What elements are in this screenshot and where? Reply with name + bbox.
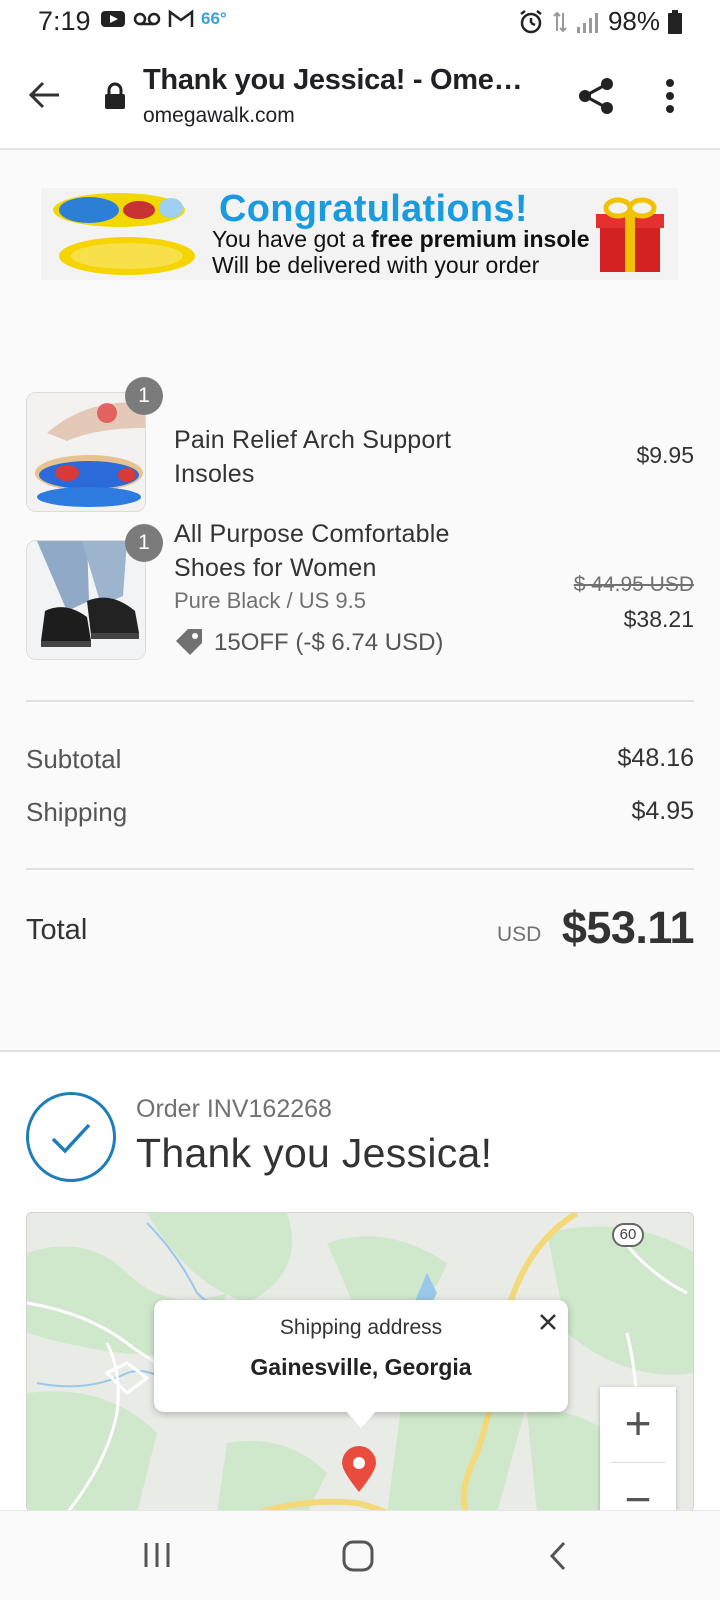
- quantity-badge: 1: [125, 524, 163, 562]
- back-arrow-icon[interactable]: [28, 80, 62, 110]
- quantity-badge: 1: [125, 377, 163, 415]
- popup-pointer: [345, 1410, 377, 1428]
- recent-apps-icon[interactable]: [142, 1541, 172, 1569]
- product-price: $9.95: [636, 442, 694, 468]
- insoles-product-image: [27, 393, 145, 511]
- banner-title: Congratulations!: [219, 188, 528, 230]
- product-thumbnail-insoles[interactable]: [26, 392, 146, 512]
- status-temperature: 66°: [201, 9, 227, 28]
- share-icon[interactable]: [576, 76, 616, 116]
- data-icon: [553, 11, 567, 32]
- shipping-label: Shipping: [26, 797, 128, 827]
- status-notification-icons: 66°: [100, 9, 227, 29]
- total-label: Total: [26, 914, 88, 946]
- voicemail-icon: [133, 12, 161, 26]
- popup-location: Gainesville, Georgia: [250, 1354, 472, 1380]
- banner-free-insole: free premium insole: [371, 226, 590, 252]
- divider: [26, 868, 694, 870]
- more-options-icon[interactable]: [665, 78, 675, 114]
- signal-icon: [576, 12, 598, 33]
- subtotal-value: $48.16: [617, 744, 694, 772]
- total-currency: USD: [497, 923, 542, 946]
- status-time: 7:19: [38, 6, 91, 36]
- lock-icon[interactable]: [104, 82, 126, 110]
- promo-banner: Congratulations! You have got a free pre…: [41, 188, 678, 280]
- product-name: Pain Relief Arch Support Insoles: [174, 426, 452, 488]
- battery-icon: [668, 9, 682, 34]
- shoes-product-image: [27, 541, 145, 659]
- product-price: $38.21: [623, 606, 694, 632]
- shipping-address-popup: Shipping address Gainesville, Georgia: [154, 1300, 568, 1412]
- page-url[interactable]: omegawalk.com: [143, 104, 295, 128]
- browser-toolbar: Thank you Jessica! - Omega... omegawalk.…: [0, 48, 720, 150]
- alarm-icon: [520, 9, 542, 33]
- insole-image: [53, 193, 195, 275]
- page-title[interactable]: Thank you Jessica! - Omega...: [143, 64, 538, 97]
- discount-code: 15OFF (-$ 6.74 USD): [214, 629, 444, 656]
- gmail-icon: [168, 9, 194, 27]
- back-nav-icon[interactable]: [548, 1541, 568, 1571]
- status-battery-text: 98%: [607, 6, 660, 36]
- total-value: $53.11: [561, 902, 695, 953]
- system-nav-bar: [0, 1510, 720, 1600]
- thank-you-heading: Thank you Jessica!: [136, 1130, 493, 1176]
- product-name: All Purpose Comfortable Shoes for Women: [174, 520, 450, 582]
- popup-subtitle: Shipping address: [279, 1316, 443, 1339]
- home-icon[interactable]: [342, 1540, 374, 1572]
- original-price: $ 44.95 USD: [573, 573, 694, 596]
- subtotal-label: Subtotal: [26, 744, 122, 774]
- discount-tag-icon: [176, 629, 202, 655]
- divider: [26, 700, 694, 702]
- gift-box-icon: [596, 197, 664, 272]
- product-variant: Pure Black / US 9.5: [174, 588, 366, 613]
- product-thumbnail-shoes[interactable]: [26, 540, 146, 660]
- shipping-value: $4.95: [631, 797, 694, 825]
- close-icon[interactable]: [538, 1312, 558, 1332]
- location-marker-icon[interactable]: [340, 1445, 378, 1493]
- status-system-icons: 98%: [518, 6, 682, 37]
- road-shield-label: 60: [612, 1223, 644, 1247]
- banner-line1: You have got a free premium insole: [212, 226, 590, 252]
- youtube-icon: [101, 11, 125, 27]
- status-bar: 7:19 66° 98%: [0, 0, 720, 48]
- zoom-in-button[interactable]: +: [600, 1387, 676, 1463]
- order-number: Order INV162268: [136, 1095, 332, 1123]
- confirmation-check-icon: [26, 1092, 116, 1182]
- banner-line2: Will be delivered with your order: [212, 252, 540, 278]
